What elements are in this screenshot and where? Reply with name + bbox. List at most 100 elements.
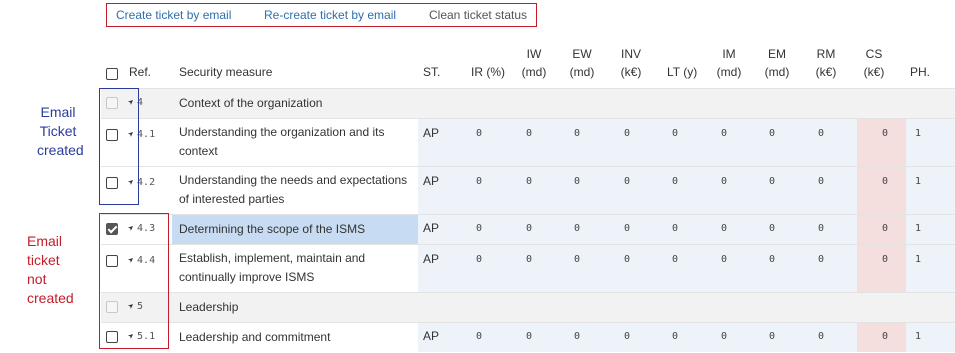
header-rm[interactable]: RM (k€) (811, 45, 841, 81)
value-cell[interactable]: 0 (877, 223, 893, 234)
value-cell[interactable]: 0 (569, 254, 585, 265)
measure-text: of interested parties (179, 192, 285, 206)
value-cell[interactable]: 0 (877, 331, 893, 342)
header-im[interactable]: IM (md) (714, 45, 744, 81)
value-cell[interactable]: 0 (667, 176, 683, 187)
security-measure-cell[interactable]: Determining the scope of the ISMS (172, 215, 418, 245)
value-cell[interactable]: 0 (764, 331, 780, 342)
security-measure-cell[interactable]: Context of the organization (172, 89, 418, 119)
status-cell[interactable]: AP (423, 329, 439, 343)
table-row[interactable]: ➤4.1 Understanding the organization and i… (101, 118, 955, 166)
table-header: Ref. Security measure ST. IR (%) IW (md) … (101, 40, 955, 89)
annotation-email-ticket-not-created: Email ticket not created (27, 233, 74, 306)
value-cell[interactable]: 1 (910, 223, 926, 234)
value-cell[interactable]: 0 (619, 254, 635, 265)
value-cell[interactable]: 0 (569, 128, 585, 139)
value-cell[interactable]: 0 (716, 128, 732, 139)
ticket-actions-box: Create ticket by email Re-create ticket … (106, 3, 537, 27)
recreate-ticket-link[interactable]: Re-create ticket by email (264, 8, 396, 22)
value-cell[interactable]: 0 (716, 331, 732, 342)
value-cell[interactable]: 0 (764, 128, 780, 139)
value-cell[interactable]: 0 (667, 223, 683, 234)
header-measure[interactable]: Security measure (179, 63, 272, 81)
header-cs[interactable]: CS (k€) (859, 45, 889, 81)
header-st[interactable]: ST. (423, 63, 440, 81)
value-cell[interactable]: 0 (619, 128, 635, 139)
annotation-box-not-created (99, 213, 169, 349)
status-cell[interactable]: AP (423, 221, 439, 235)
value-cell[interactable]: 0 (667, 254, 683, 265)
measure-text: continually improve ISMS (179, 270, 315, 284)
table-row[interactable]: ➤4.3 Determining the scope of the ISMS AP 0… (101, 214, 955, 245)
value-cell[interactable]: 0 (813, 128, 829, 139)
value-cell[interactable]: 0 (813, 331, 829, 342)
header-lt[interactable]: LT (y) (667, 63, 697, 81)
value-cell[interactable]: 0 (877, 128, 893, 139)
select-all-checkbox[interactable] (106, 68, 118, 80)
header-inv[interactable]: INV (k€) (616, 45, 646, 81)
value-cell[interactable]: 1 (910, 128, 926, 139)
value-cell[interactable]: 0 (619, 331, 635, 342)
value-cell[interactable]: 0 (877, 254, 893, 265)
value-cell[interactable]: 0 (569, 331, 585, 342)
status-cell[interactable]: AP (423, 174, 439, 188)
value-cell[interactable]: 0 (521, 176, 537, 187)
value-cell[interactable]: 0 (471, 176, 487, 187)
section-row[interactable]: ➤4 Context of the organization (101, 88, 955, 118)
value-cell[interactable]: 1 (910, 176, 926, 187)
status-cell[interactable]: AP (423, 126, 439, 140)
ref-label: 4.2 (137, 177, 156, 188)
cs-column-highlight (857, 167, 906, 214)
value-cell[interactable]: 0 (813, 254, 829, 265)
value-cell[interactable]: 0 (716, 223, 732, 234)
section-row[interactable]: ➤5 Leadership (101, 292, 955, 322)
value-cell[interactable]: 0 (521, 254, 537, 265)
table-row[interactable]: ➤4.4 Establish, implement, maintain and co… (101, 244, 955, 292)
header-ir[interactable]: IR (%) (471, 63, 505, 81)
value-cell[interactable]: 0 (521, 331, 537, 342)
header-em[interactable]: EM (md) (762, 45, 792, 81)
measure-text: Leadership and commitment (179, 330, 331, 344)
value-cell[interactable]: 0 (471, 128, 487, 139)
value-cell[interactable]: 0 (619, 176, 635, 187)
security-measure-cell[interactable]: Establish, implement, maintain and contin… (172, 245, 418, 293)
value-cell[interactable]: 1 (910, 254, 926, 265)
security-measure-cell[interactable]: Leadership (172, 293, 418, 323)
value-cell[interactable]: 0 (569, 223, 585, 234)
value-cell[interactable]: 0 (667, 128, 683, 139)
table-row[interactable]: ➤5.1 Leadership and commitment AP 0 0 0 0 0 0 0 0 0… (101, 322, 955, 352)
value-cell[interactable]: 0 (521, 223, 537, 234)
value-cell[interactable]: 0 (764, 254, 780, 265)
security-measure-cell[interactable]: Understanding the organization and its co… (172, 119, 418, 167)
create-ticket-link[interactable]: Create ticket by email (116, 8, 231, 22)
value-cell[interactable]: 0 (813, 176, 829, 187)
value-cell[interactable]: 0 (716, 254, 732, 265)
value-cell[interactable]: 0 (716, 176, 732, 187)
header-ref[interactable]: Ref. (129, 63, 151, 81)
value-cell[interactable]: 0 (877, 176, 893, 187)
value-cell[interactable]: 0 (764, 223, 780, 234)
value-cell[interactable]: 0 (764, 176, 780, 187)
value-cell[interactable]: 0 (569, 176, 585, 187)
value-cell[interactable]: 0 (471, 254, 487, 265)
cs-column-highlight (857, 119, 906, 166)
value-cell[interactable]: 0 (813, 223, 829, 234)
ref-label: 4.1 (137, 129, 156, 140)
security-measure-cell[interactable]: Leadership and commitment (172, 323, 418, 353)
clean-ticket-status-link[interactable]: Clean ticket status (429, 8, 527, 22)
value-cell[interactable]: 0 (521, 128, 537, 139)
measure-text: Leadership (179, 300, 239, 314)
header-ew[interactable]: EW (md) (567, 45, 597, 81)
status-cell[interactable]: AP (423, 252, 439, 266)
security-measure-cell[interactable]: Understanding the needs and expectations… (172, 167, 418, 215)
annotation-box-created (99, 88, 139, 205)
value-cell[interactable]: 0 (667, 331, 683, 342)
table-row[interactable]: ➤4.2 Understanding the needs and expectat… (101, 166, 955, 214)
value-cell[interactable]: 0 (619, 223, 635, 234)
value-cell[interactable]: 0 (471, 331, 487, 342)
measure-text: Establish, implement, maintain and (179, 251, 366, 265)
value-cell[interactable]: 1 (910, 331, 926, 342)
header-ph[interactable]: PH. (910, 63, 930, 81)
header-iw[interactable]: IW (md) (519, 45, 549, 81)
value-cell[interactable]: 0 (471, 223, 487, 234)
